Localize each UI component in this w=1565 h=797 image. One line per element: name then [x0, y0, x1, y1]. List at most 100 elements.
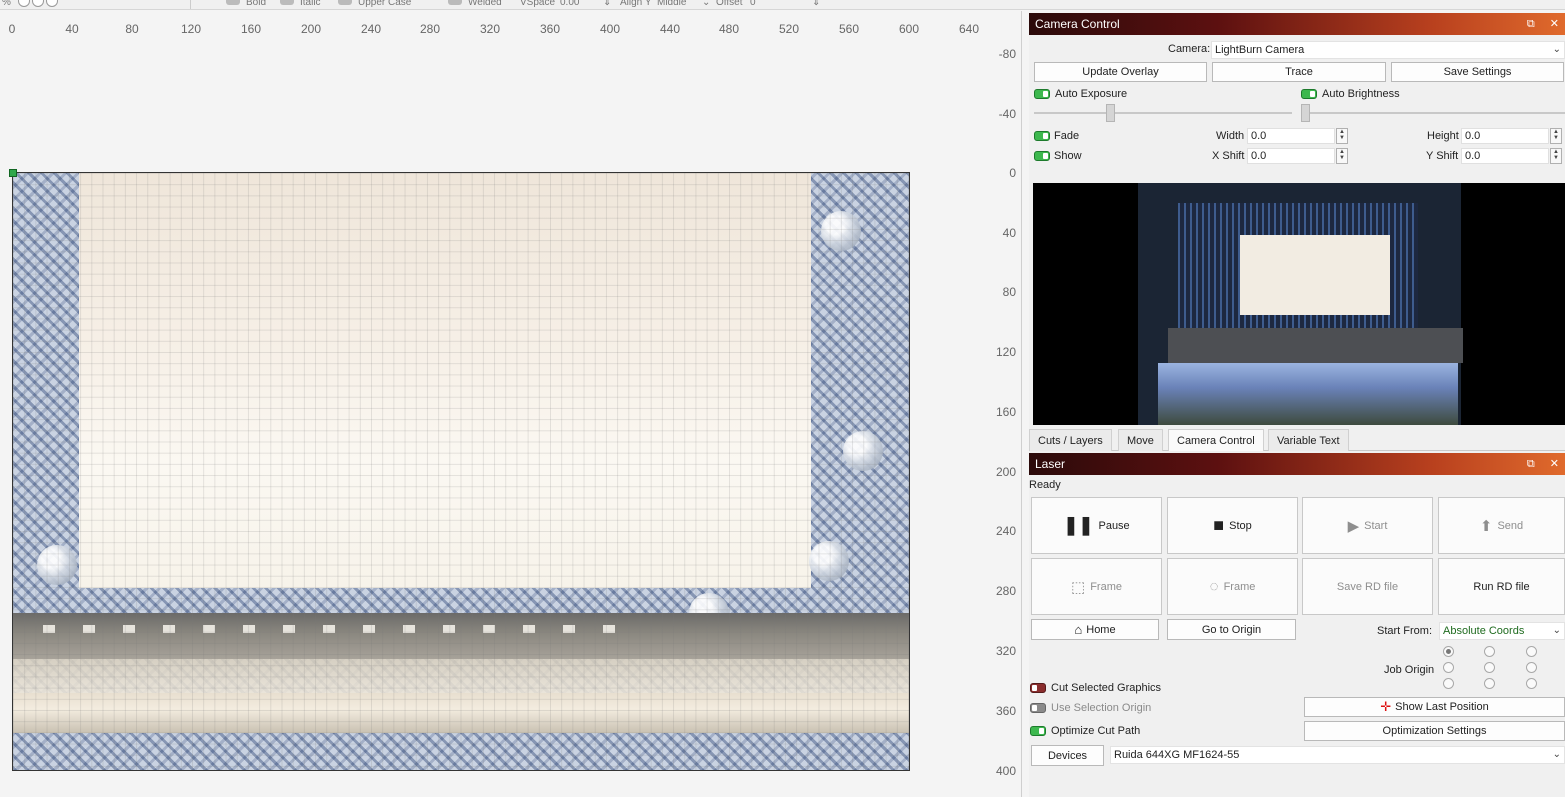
stop-button[interactable]: ■ Stop	[1167, 497, 1298, 554]
camera-select[interactable]: LightBurn Camera ⌄	[1211, 41, 1565, 59]
welded-checkbox[interactable]	[448, 0, 462, 5]
exposure-slider-track[interactable]	[1034, 112, 1292, 114]
show-toggle[interactable]	[1034, 151, 1050, 161]
vspace-label: VSpace	[520, 0, 556, 8]
align-y-value[interactable]: Middle	[657, 0, 686, 8]
camera-preview[interactable]	[1033, 183, 1565, 425]
width-spinner[interactable]: ▲ ▼	[1336, 128, 1348, 144]
vspace-value[interactable]: 0.00	[560, 0, 579, 8]
job-origin-top-left[interactable]	[1443, 646, 1454, 657]
preview-paper	[1240, 235, 1390, 315]
optimization-settings-button[interactable]: Optimization Settings	[1304, 721, 1565, 741]
frame-circle-button[interactable]: ◌ Frame	[1167, 558, 1298, 615]
use-selection-origin-toggle[interactable]	[1030, 703, 1046, 713]
chevron-down-icon: ⌄	[1552, 749, 1561, 760]
job-origin-bottom-left[interactable]	[1443, 678, 1454, 689]
go-to-origin-button[interactable]: Go to Origin	[1167, 619, 1296, 640]
laser-title: Laser	[1035, 457, 1066, 471]
xshift-field[interactable]: 0.0	[1247, 148, 1335, 164]
ruler-y: -80 -40 0 40 80 120 160 200 240 280 320 …	[980, 11, 1020, 797]
yshift-field[interactable]: 0.0	[1461, 148, 1549, 164]
auto-exposure-toggle[interactable]	[1034, 89, 1050, 99]
chevron-down-icon: ⌄	[1552, 44, 1561, 55]
job-origin-bottom-center[interactable]	[1484, 678, 1495, 689]
stop-icon: ■	[1213, 515, 1225, 535]
device-select[interactable]: Ruida 644XG MF1624-55 ⌄	[1110, 746, 1565, 764]
start-button[interactable]: ▶ Start	[1302, 497, 1433, 554]
devices-button[interactable]: Devices	[1031, 745, 1104, 766]
job-origin-bottom-right[interactable]	[1526, 678, 1537, 689]
toolbar-percent: %	[2, 0, 11, 8]
upper-case-checkbox[interactable]	[338, 0, 352, 5]
ruler-y-tick: 0	[1009, 166, 1016, 180]
camera-control-titlebar: Camera Control ⧉ ✕	[1029, 13, 1565, 35]
update-overlay-button[interactable]: Update Overlay	[1034, 62, 1207, 82]
frame-button[interactable]: ⬚ Frame	[1031, 558, 1162, 615]
tab-camera-control[interactable]: Camera Control	[1168, 429, 1264, 451]
tab-move[interactable]: Move	[1118, 429, 1163, 451]
pause-button[interactable]: ❚❚ Pause	[1031, 497, 1162, 554]
optimize-cut-path-toggle[interactable]	[1030, 726, 1046, 736]
close-icon[interactable]: ✕	[1550, 18, 1559, 30]
job-origin-top-center[interactable]	[1484, 646, 1495, 657]
yshift-spinner[interactable]: ▲ ▼	[1550, 148, 1562, 164]
italic-checkbox[interactable]	[280, 0, 294, 5]
show-last-position-button[interactable]: ✛ Show Last Position	[1304, 697, 1565, 717]
cut-selected-graphics-label: Cut Selected Graphics	[1051, 682, 1162, 694]
job-origin-middle-right[interactable]	[1526, 662, 1537, 673]
bold-checkbox[interactable]	[226, 0, 240, 5]
ruler-x-tick: 320	[479, 22, 501, 36]
ruler-y-tick: 40	[1002, 226, 1016, 240]
ruler-x-tick: 480	[718, 22, 740, 36]
save-settings-button[interactable]: Save Settings	[1391, 62, 1564, 82]
tab-variable-text[interactable]: Variable Text	[1268, 429, 1349, 451]
circle-frame-icon: ◌	[1209, 578, 1219, 595]
toolbar-circle-1[interactable]	[18, 0, 30, 7]
save-rd-file-button[interactable]: Save RD file	[1302, 558, 1433, 615]
ruler-x-tick: 520	[778, 22, 800, 36]
close-icon[interactable]: ✕	[1550, 458, 1559, 470]
auto-brightness-label: Auto Brightness	[1322, 88, 1400, 100]
float-icon[interactable]: ⧉	[1527, 18, 1535, 30]
canvas-panel-divider[interactable]	[1021, 11, 1022, 797]
height-spinner[interactable]: ▲ ▼	[1550, 128, 1562, 144]
preview-machine	[1138, 183, 1463, 425]
fade-toggle[interactable]	[1034, 131, 1050, 141]
welded-label: Welded	[468, 0, 502, 8]
job-origin-center[interactable]	[1484, 662, 1495, 673]
offset-value[interactable]: 0	[750, 0, 756, 8]
toolbar-circle-2[interactable]	[32, 0, 44, 7]
tab-cuts-layers[interactable]: Cuts / Layers	[1029, 429, 1112, 451]
show-last-position-label: Show Last Position	[1395, 701, 1489, 713]
job-origin-top-right[interactable]	[1526, 646, 1537, 657]
job-origin-label: Job Origin	[1384, 664, 1435, 676]
run-rd-file-button[interactable]: Run RD file	[1438, 558, 1565, 615]
send-button[interactable]: ⬆ Send	[1438, 497, 1565, 554]
camera-overlay-image[interactable]	[12, 172, 910, 771]
offset-spin-icon[interactable]: ⇕	[812, 0, 820, 8]
brightness-slider-handle[interactable]	[1301, 104, 1310, 122]
ruler-x-tick: 200	[300, 22, 322, 36]
float-icon[interactable]: ⧉	[1527, 458, 1535, 470]
ruler-y-tick: 360	[995, 704, 1016, 718]
height-field[interactable]: 0.0	[1461, 128, 1549, 144]
start-from-select[interactable]: Absolute Coords ⌄	[1439, 622, 1565, 640]
show-label: Show	[1054, 150, 1082, 162]
toolbar-circle-3[interactable]	[46, 0, 58, 7]
stop-label: Stop	[1229, 519, 1252, 532]
align-y-chevron-icon[interactable]: ⌄	[702, 0, 710, 8]
width-field[interactable]: 0.0	[1247, 128, 1335, 144]
camera-select-value: LightBurn Camera	[1215, 44, 1305, 56]
brightness-slider-track[interactable]	[1301, 112, 1565, 114]
laser-panel: Laser ⧉ ✕ Ready ❚❚ Pause ■ Stop ▶ Start …	[1029, 453, 1565, 797]
width-label: Width	[1216, 130, 1245, 142]
exposure-slider-handle[interactable]	[1106, 104, 1115, 122]
xshift-spinner[interactable]: ▲ ▼	[1336, 148, 1348, 164]
home-button[interactable]: ⌂ Home	[1031, 619, 1159, 640]
auto-brightness-toggle[interactable]	[1301, 89, 1317, 99]
origin-handle[interactable]	[9, 169, 17, 177]
trace-button[interactable]: Trace	[1212, 62, 1386, 82]
job-origin-middle-left[interactable]	[1443, 662, 1454, 673]
cut-selected-graphics-toggle[interactable]	[1030, 683, 1046, 693]
vspace-spin-icon[interactable]: ⇕	[603, 0, 611, 8]
